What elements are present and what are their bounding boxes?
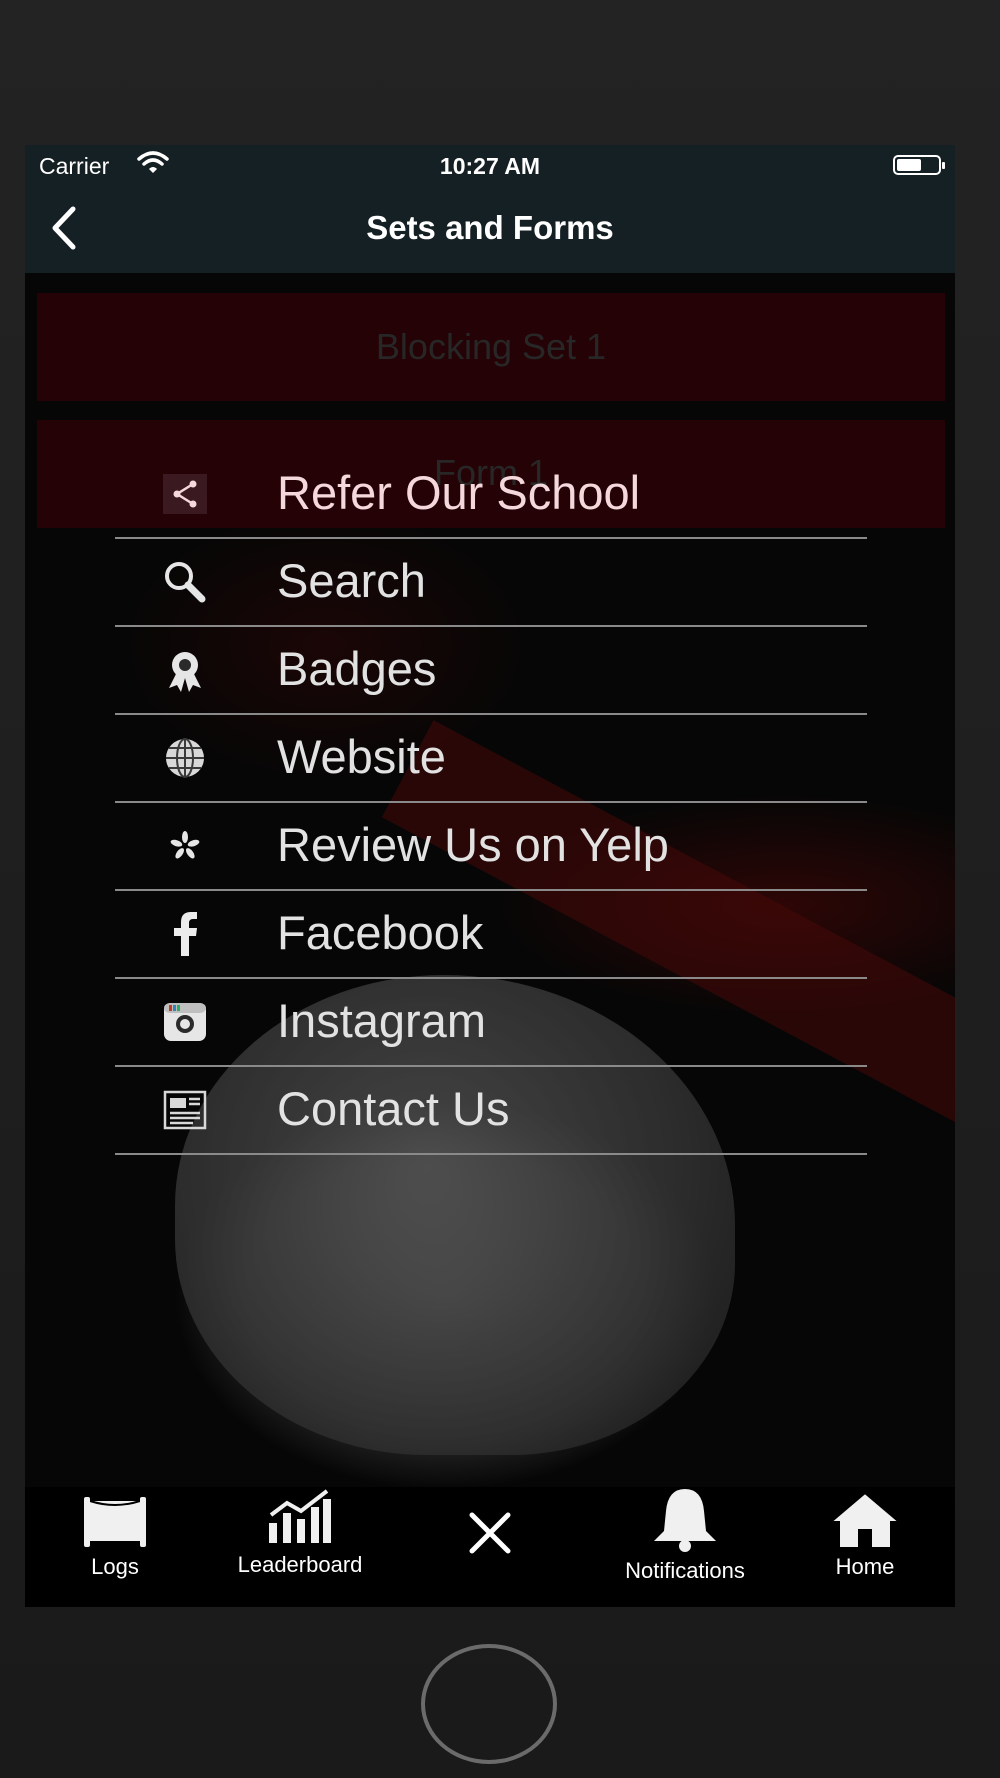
- bar-chart-icon: [265, 1489, 335, 1551]
- yelp-icon: [160, 821, 210, 871]
- tab-home[interactable]: Home: [815, 1489, 915, 1580]
- menu-item-website[interactable]: Website: [115, 715, 867, 803]
- menu-item-label: Facebook: [277, 906, 484, 959]
- menu-item-search[interactable]: Search: [115, 539, 867, 627]
- app-screen: Blocking Set 1 Form 1 Carrier 10:27 AM S…: [25, 145, 955, 1607]
- newspaper-icon: [160, 1085, 210, 1135]
- menu-item-label: Review Us on Yelp: [277, 818, 669, 871]
- menu-item-contact-us[interactable]: Contact Us: [115, 1067, 867, 1155]
- menu-item-instagram[interactable]: Instagram: [115, 979, 867, 1067]
- menu-item-label: Contact Us: [277, 1082, 510, 1135]
- scroll-icon: [82, 1497, 148, 1553]
- menu-item-review-yelp[interactable]: Review Us on Yelp: [115, 803, 867, 891]
- tab-label: Notifications: [625, 1558, 745, 1583]
- page-title: Sets and Forms: [366, 209, 614, 246]
- facebook-icon: [160, 909, 210, 959]
- home-icon: [830, 1492, 900, 1553]
- menu-item-facebook[interactable]: Facebook: [115, 891, 867, 979]
- side-menu: Refer Our School Search Badges Website R…: [115, 451, 867, 1155]
- menu-item-refer-our-school[interactable]: Refer Our School: [115, 451, 867, 539]
- phone-frame: Blocking Set 1 Form 1 Carrier 10:27 AM S…: [0, 0, 1000, 1778]
- menu-item-label: Instagram: [277, 994, 486, 1047]
- close-menu-button[interactable]: [465, 1511, 515, 1560]
- tab-leaderboard[interactable]: Leaderboard: [220, 1487, 380, 1578]
- tab-notifications[interactable]: Notifications: [600, 1487, 770, 1584]
- menu-item-badges[interactable]: Badges: [115, 627, 867, 715]
- close-icon: [468, 1512, 512, 1559]
- status-bar: Carrier 10:27 AM: [25, 145, 955, 185]
- menu-item-label: Refer Our School: [277, 466, 641, 519]
- instagram-icon: [160, 997, 210, 1047]
- tab-label: Home: [835, 1554, 895, 1579]
- home-hardware-button[interactable]: [421, 1644, 557, 1764]
- tab-label: Logs: [91, 1554, 139, 1579]
- tab-logs[interactable]: Logs: [65, 1495, 165, 1580]
- tab-label: Leaderboard: [237, 1552, 363, 1577]
- bell-icon: [650, 1489, 720, 1557]
- search-icon: [160, 557, 210, 607]
- share-icon: [160, 469, 210, 519]
- menu-item-label: Badges: [277, 642, 437, 695]
- battery-icon: [893, 155, 945, 175]
- menu-item-label: Search: [277, 554, 426, 607]
- bottom-tab-bar: Logs Leaderboard Notifications Home: [25, 1487, 955, 1607]
- menu-item-label: Website: [277, 730, 446, 783]
- clock: 10:27 AM: [439, 153, 541, 179]
- navigation-bar: Sets and Forms: [25, 185, 955, 273]
- globe-icon: [160, 733, 210, 783]
- badge-icon: [160, 645, 210, 695]
